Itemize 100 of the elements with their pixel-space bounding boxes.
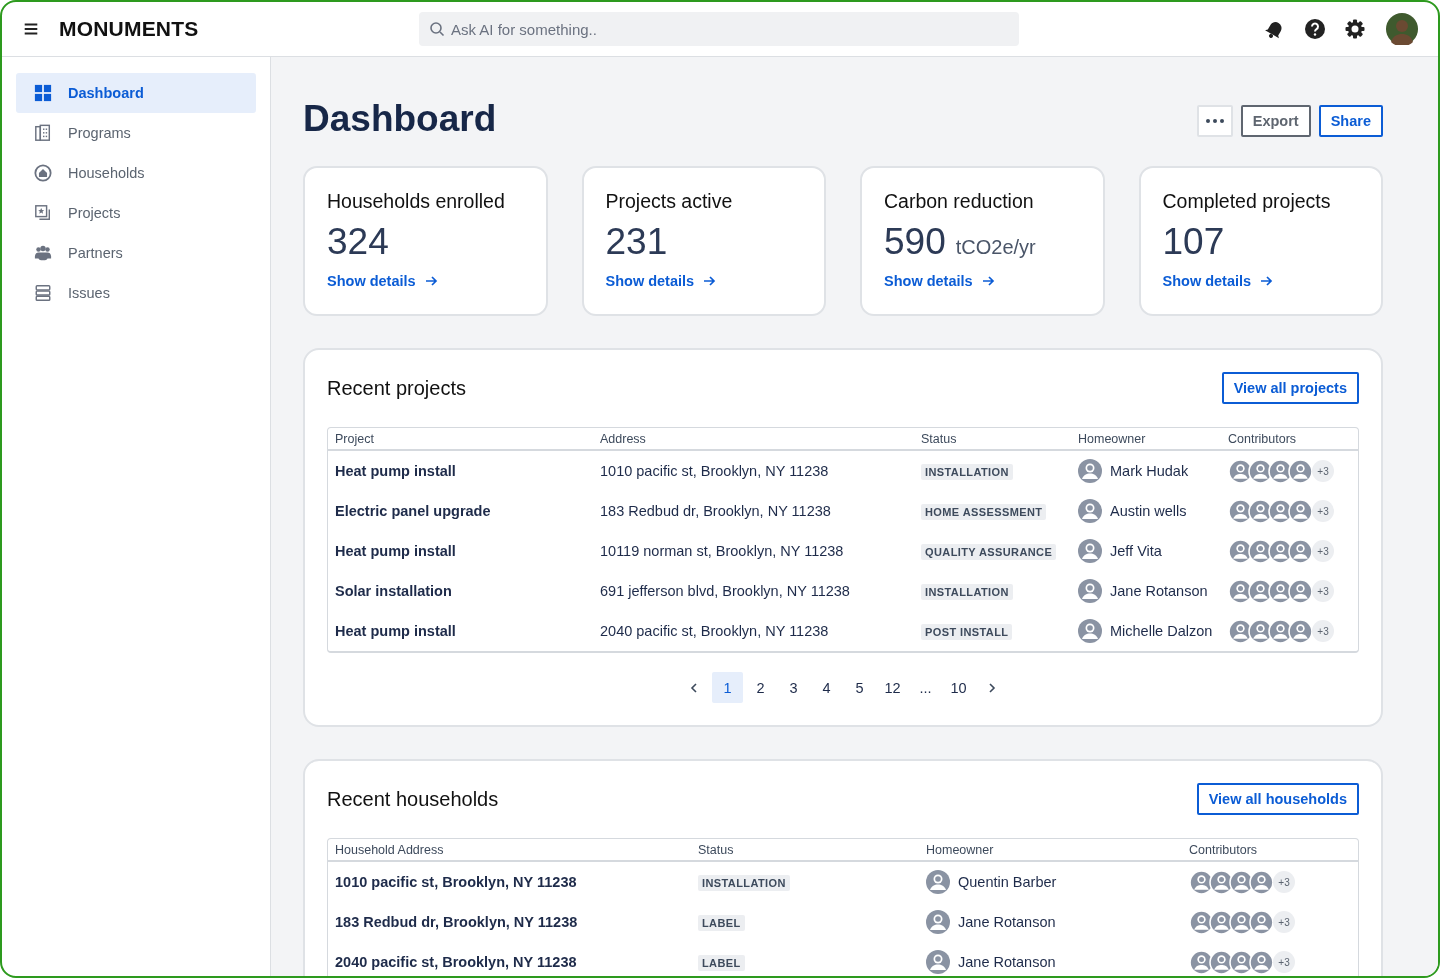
contributor-avatar-icon [1268, 578, 1293, 604]
sidebar-item[interactable]: Programs [16, 113, 256, 153]
next-page-icon[interactable] [986, 681, 998, 694]
more-contributors-count: +3 [1312, 540, 1334, 562]
stat-title: Households enrolled [327, 190, 505, 213]
status-tag: LABEL [698, 954, 745, 971]
person-avatar-icon [1078, 499, 1102, 523]
building-icon [34, 124, 52, 142]
contributor-avatar-icon [1249, 869, 1274, 895]
arrow-right-icon [702, 274, 717, 288]
page-button[interactable]: ... [910, 672, 941, 703]
column-header: Project [335, 431, 375, 446]
search-icon [429, 21, 445, 37]
table-cell: Quentin Barber [958, 874, 1057, 890]
table-cell-text: 2040 pacific st, Brooklyn, NY 11238 [600, 623, 830, 639]
show-details-link[interactable]: Show details [605, 273, 717, 289]
column-header: Status [698, 842, 735, 857]
more-contributors-count: +3 [1312, 620, 1334, 642]
page-button[interactable]: 1 [712, 672, 743, 703]
more-icon [1205, 119, 1224, 123]
table-cell-text: 1010 pacific st, Brooklyn, NY 11238 [600, 463, 830, 479]
table-cell-text: Heat pump install [335, 543, 457, 559]
contributor-avatar-icon [1288, 458, 1313, 484]
page-button[interactable]: 5 [844, 672, 875, 703]
search-field[interactable]: Ask AI for something.. [419, 12, 1019, 46]
sidebar-item[interactable]: Projects [16, 193, 256, 233]
sidebar-item[interactable]: Partners [16, 233, 256, 273]
person-avatar-icon [926, 870, 950, 894]
contributor-avatar-icon [1268, 498, 1293, 524]
contributor-avatar-icon [1268, 618, 1293, 644]
page-button[interactable]: 3 [778, 672, 809, 703]
contributor-avatar-icon [1248, 538, 1273, 564]
arrow-right-icon [423, 274, 438, 288]
more-contributors-count: +3 [1273, 951, 1295, 973]
more-contributors-count: +3 [1312, 500, 1334, 522]
contributor-avatar-icon [1209, 909, 1234, 935]
contributor-avatar-icon [1228, 458, 1253, 484]
more-options-button[interactable] [1196, 105, 1233, 137]
sidebar-item[interactable]: Dashboard [16, 73, 256, 113]
share-button[interactable]: Share [1318, 105, 1383, 137]
table-cell: Mark Hudak [1110, 463, 1189, 479]
page-button[interactable]: 12 [877, 672, 908, 703]
person-avatar-icon [1078, 579, 1102, 603]
show-details-link[interactable]: Show details [884, 273, 995, 289]
contributor-avatar-icon [1189, 909, 1214, 935]
contributor-avatar-icon [1249, 909, 1274, 935]
status-tag: LABEL [698, 914, 745, 931]
contributor-avatar-icon [1189, 869, 1214, 895]
table-cell-text: 10119 norman st, Brooklyn, NY 11238 [600, 543, 845, 559]
page-button[interactable]: 10 [943, 672, 974, 703]
column-header: Contributors [1228, 431, 1298, 446]
contributor-avatar-icon [1209, 869, 1234, 895]
table-cell: Michelle Dalzon [1110, 623, 1213, 639]
contributor-avatar-icon [1228, 618, 1253, 644]
section-title: Recent projects [327, 376, 466, 400]
page-button[interactable]: 2 [745, 672, 776, 703]
table-cell-text: Electric panel upgrade [335, 503, 492, 519]
view-all-button[interactable]: View all households [1196, 783, 1359, 815]
table-cell: Jeff Vita [1110, 543, 1162, 559]
stat-title: Projects active [605, 190, 733, 213]
stat-value: 107 [1162, 221, 1225, 263]
arrow-right-icon [1259, 274, 1274, 288]
column-header: Status [921, 431, 958, 446]
status-tag: HOME ASSESSMENT [921, 503, 1047, 520]
show-details-link[interactable]: Show details [327, 273, 438, 289]
sidebar-item[interactable]: Issues [16, 273, 256, 313]
contributor-avatar-icon [1288, 618, 1313, 644]
table-cell-text: Solar installation [335, 583, 453, 599]
contributor-avatar-icon [1228, 498, 1253, 524]
more-contributors-count: +3 [1312, 460, 1334, 482]
stat-unit: tCO2e/yr [955, 236, 1036, 259]
table-cell-text: 183 Redbud dr, Brooklyn, NY 11238 [335, 914, 579, 930]
view-all-button[interactable]: View all projects [1221, 372, 1359, 404]
page-button[interactable]: 4 [811, 672, 842, 703]
column-header: Address [600, 431, 647, 446]
table-cell-text: 691 jefferson blvd, Brooklyn, NY 11238 [600, 583, 851, 599]
status-tag: INSTALLATION [698, 874, 790, 891]
export-button[interactable]: Export [1240, 105, 1311, 137]
help-icon[interactable] [1304, 18, 1326, 40]
page-title: Dashboard [303, 98, 497, 140]
column-header: Contributors [1189, 842, 1259, 857]
table-cell-text: 2040 pacific st, Brooklyn, NY 11238 [335, 954, 578, 970]
more-contributors-count: +3 [1273, 871, 1295, 893]
show-details-link[interactable]: Show details [1162, 273, 1274, 289]
grid-icon [34, 84, 52, 102]
stat-value: 324 [327, 221, 389, 263]
star-document-icon [34, 204, 52, 222]
previous-page-icon[interactable] [688, 681, 700, 694]
section-title: Recent households [327, 787, 499, 811]
table-cell: Austin wells [1110, 503, 1187, 519]
app-logo: MONUMENTS [59, 17, 200, 41]
user-avatar[interactable] [1386, 13, 1418, 45]
table-cell: Jane Rotanson [958, 914, 1056, 930]
contributor-avatar-icon [1229, 909, 1254, 935]
sidebar-item[interactable]: Households [16, 153, 256, 193]
status-tag: INSTALLATION [921, 463, 1013, 480]
column-header: Homeowner [1078, 431, 1147, 446]
stat-title: Carbon reduction [884, 190, 1034, 213]
person-avatar-icon [1078, 619, 1102, 643]
person-avatar-icon [1078, 459, 1102, 483]
